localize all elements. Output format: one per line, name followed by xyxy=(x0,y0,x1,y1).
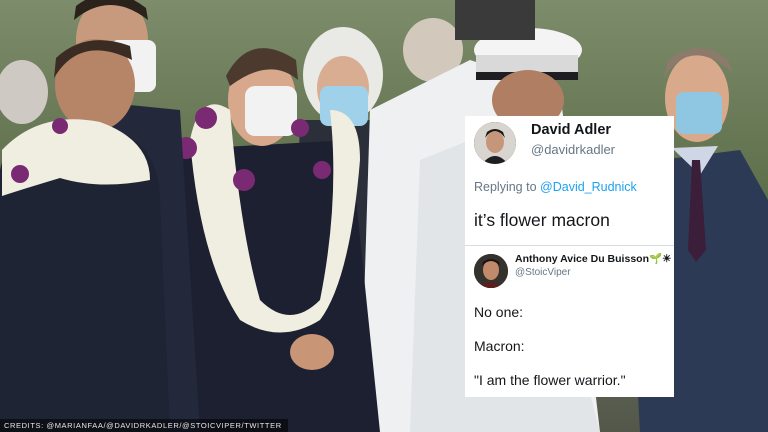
user-handle[interactable]: @davidrkadler xyxy=(531,142,615,157)
tweet-stack: David Adler @davidrkadler Replying to @D… xyxy=(465,116,674,397)
reply-context: Replying to @David_Rudnick xyxy=(474,180,637,194)
tweet-card-anthony-avice[interactable]: Anthony Avice Du Buisson🌱☀ @StoicViper N… xyxy=(465,246,674,397)
tweet-line: "I am the flower warrior." xyxy=(474,372,626,388)
avatar-image xyxy=(474,254,508,288)
credits-caption: CREDITS: @MARIANFAA/@DAVIDRKADLER/@STOIC… xyxy=(0,419,288,432)
avatar-image xyxy=(474,122,516,164)
reply-to-link[interactable]: @David_Rudnick xyxy=(540,180,637,194)
tweet-card-david-adler[interactable]: David Adler @davidrkadler Replying to @D… xyxy=(465,116,674,246)
display-name[interactable]: David Adler xyxy=(531,122,611,138)
user-handle[interactable]: @StoicViper xyxy=(515,267,571,278)
tweet-text: it’s flower macron xyxy=(474,210,610,230)
tweet-line: Macron: xyxy=(474,338,525,354)
avatar[interactable] xyxy=(474,254,508,288)
avatar[interactable] xyxy=(474,122,516,164)
tweet-line: No one: xyxy=(474,304,524,320)
display-name[interactable]: Anthony Avice Du Buisson🌱☀ xyxy=(515,252,671,265)
reply-label: Replying to xyxy=(474,180,537,194)
